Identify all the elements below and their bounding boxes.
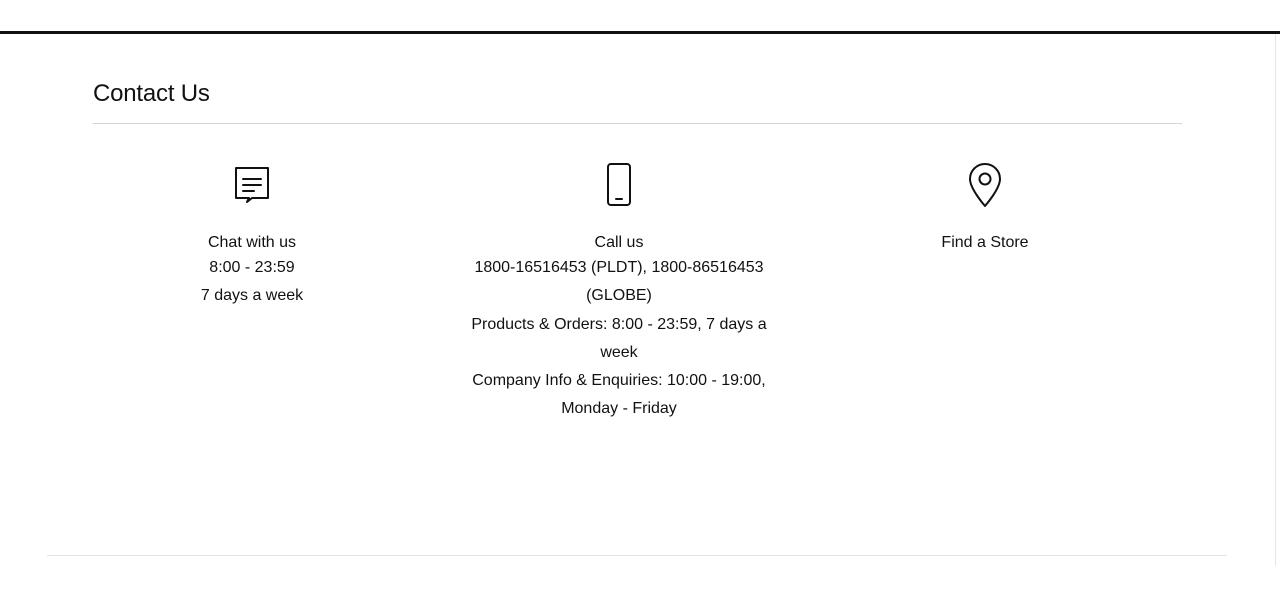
chat-title: Chat with us bbox=[207, 234, 297, 251]
section-divider bbox=[93, 123, 1182, 124]
footer-divider bbox=[47, 555, 1227, 556]
contact-page: Contact Us Chat with us 8:00 - 23:59 7 d… bbox=[0, 0, 1280, 600]
chat-days: 7 days a week bbox=[200, 287, 304, 305]
call-company-hours: Company Info & Enquiries: 10:00 - 19:00,… bbox=[472, 372, 766, 418]
call-products-hours: Products & Orders: 8:00 - 23:59, 7 days … bbox=[471, 315, 767, 361]
mobile-phone-icon bbox=[607, 163, 631, 206]
chat-with-us-option[interactable]: Chat with us 8:00 - 23:59 7 days a week bbox=[87, 162, 417, 311]
chat-hours: 8:00 - 23:59 bbox=[209, 259, 295, 276]
call-title: Call us bbox=[594, 234, 644, 251]
scrollbar-edge bbox=[1275, 34, 1276, 566]
chat-bubble-icon bbox=[235, 167, 269, 203]
call-numbers[interactable]: 1800-16516453 (PLDT), 1800-86516453 (GLO… bbox=[454, 254, 784, 311]
contact-options: Chat with us 8:00 - 23:59 7 days a week … bbox=[87, 162, 1187, 442]
find-store-title[interactable]: Find a Store bbox=[820, 232, 1150, 254]
call-us-option[interactable]: Call us 1800-16516453 (PLDT), 1800-86516… bbox=[454, 162, 784, 424]
location-pin-icon bbox=[969, 163, 1001, 207]
top-divider bbox=[0, 31, 1280, 34]
find-a-store-option[interactable]: Find a Store bbox=[820, 162, 1150, 254]
contact-section: Contact Us bbox=[93, 78, 1182, 124]
section-title: Contact Us bbox=[93, 80, 210, 107]
